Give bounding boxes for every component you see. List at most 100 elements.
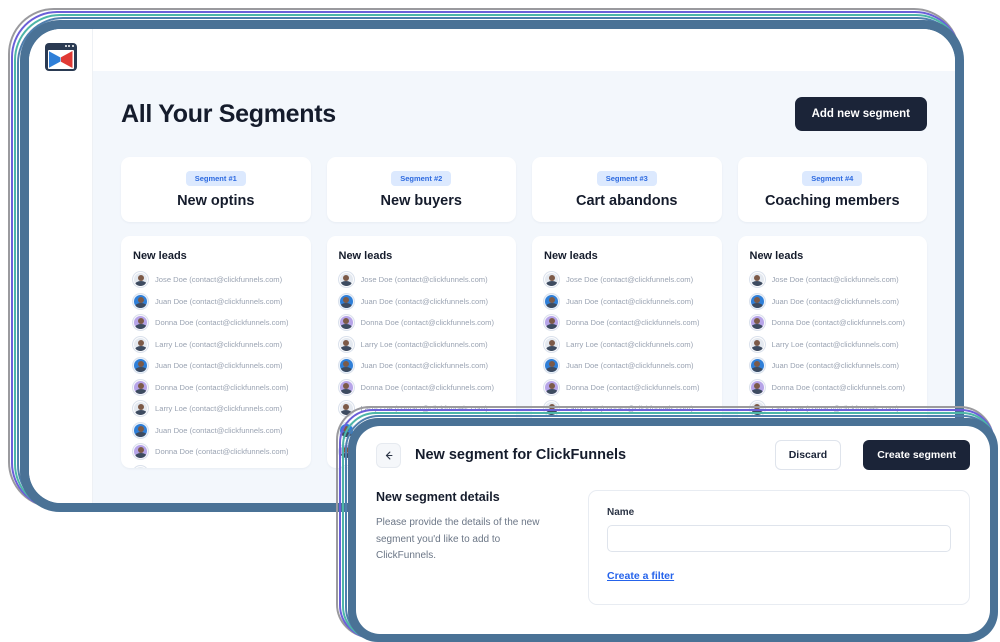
lead-label: Donna Doe (contact@clickfunnels.com) bbox=[566, 382, 700, 392]
avatar bbox=[749, 379, 765, 395]
segment-name: Coaching members bbox=[764, 193, 900, 209]
lead-label: Donna Doe (contact@clickfunnels.com) bbox=[155, 382, 289, 392]
segment-header-card[interactable]: Segment #2 New buyers bbox=[326, 157, 516, 222]
logo-dots bbox=[64, 45, 74, 47]
lead-row[interactable]: Juan Doe (contact@clickfunnels.com) bbox=[338, 293, 505, 309]
segment-header-card[interactable]: Segment #1 New optins bbox=[121, 157, 311, 222]
lead-row[interactable]: Jose Doe (contact@clickfunnels.com) bbox=[544, 272, 710, 287]
avatar bbox=[338, 336, 354, 352]
lead-label: Larry Loe (contact@clickfunnels.com) bbox=[566, 339, 694, 349]
lead-label: Jose Doe (contact@clickfunnels.com) bbox=[771, 275, 899, 284]
lead-row[interactable]: Juan Doe (contact@clickfunnels.com) bbox=[338, 358, 505, 373]
add-new-segment-button[interactable]: Add new segment bbox=[794, 97, 927, 131]
lead-label: Donna Doe (contact@clickfunnels.com) bbox=[566, 318, 700, 327]
lead-label: Jose Doe (contact@clickfunnels.com) bbox=[566, 275, 694, 284]
lead-label: Larry Loe (contact@clickfunnels.com) bbox=[771, 339, 899, 349]
leads-title: New leads bbox=[749, 250, 804, 262]
lead-row[interactable]: Juan Doe (contact@clickfunnels.com) bbox=[133, 293, 299, 309]
avatar bbox=[338, 379, 354, 395]
segment-header-card[interactable]: Segment #3 Cart abandons bbox=[532, 157, 722, 222]
avatar bbox=[133, 358, 148, 373]
lead-label: Larry Loe (contact@clickfunnels.com) bbox=[155, 339, 283, 349]
create-a-filter-link[interactable]: Create a filter bbox=[607, 570, 674, 582]
avatar bbox=[133, 465, 148, 468]
avatar bbox=[749, 272, 765, 287]
segment-badge: Segment #1 bbox=[185, 171, 246, 186]
avatar bbox=[544, 358, 559, 373]
leads-title: New leads bbox=[338, 250, 393, 262]
lead-row[interactable]: Juan Doe (contact@clickfunnels.com) bbox=[749, 293, 916, 309]
avatar bbox=[749, 336, 765, 352]
avatar bbox=[133, 336, 148, 352]
segment-badge: Segment #2 bbox=[391, 171, 452, 186]
avatar bbox=[544, 379, 559, 395]
lead-label: Donna Doe (contact@clickfunnels.com) bbox=[771, 318, 905, 327]
new-segment-modal: New segment for ClickFunnels Discard Cre… bbox=[330, 400, 1000, 642]
lead-row[interactable]: Jose Doe (contact@clickfunnels.com) bbox=[749, 272, 916, 287]
lead-row[interactable]: Larry Loe (contact@clickfunnels.com) bbox=[338, 336, 505, 352]
segment-badge: Segment #4 bbox=[802, 171, 863, 186]
details-description: Please provide the details of the new se… bbox=[376, 517, 540, 561]
lead-label: Jose Doe (contact@clickfunnels.com) bbox=[360, 275, 488, 284]
lead-row[interactable]: Larry Loe (contact@clickfunnels.com) bbox=[133, 401, 299, 416]
avatar bbox=[133, 293, 148, 309]
avatar bbox=[544, 272, 559, 287]
avatar bbox=[338, 358, 354, 373]
name-field-label: Name bbox=[607, 507, 635, 518]
lead-row[interactable]: Jose Doe (contact@clickfunnels.com) bbox=[338, 272, 505, 287]
lead-row[interactable]: Jose Doe (contact@clickfunnels.com) bbox=[133, 272, 299, 287]
segment-name: New buyers bbox=[380, 193, 462, 209]
avatar bbox=[133, 422, 148, 438]
lead-row[interactable]: Donna Doe (contact@clickfunnels.com) bbox=[338, 379, 505, 395]
lead-row[interactable]: Juan Doe (contact@clickfunnels.com) bbox=[544, 293, 710, 309]
lead-label: Donna Doe (contact@clickfunnels.com) bbox=[771, 382, 905, 392]
discard-button[interactable]: Discard bbox=[774, 440, 842, 470]
lead-label: Juan Doe (contact@clickfunnels.com) bbox=[566, 296, 694, 306]
lead-row[interactable]: Larry Loe (contact@clickfunnels.com) bbox=[544, 336, 710, 352]
create-segment-button[interactable]: Create segment bbox=[863, 440, 970, 470]
lead-label: Juan Doe (contact@clickfunnels.com) bbox=[155, 296, 283, 306]
segment-header-card[interactable]: Segment #4 Coaching members bbox=[737, 157, 927, 222]
app-topbar bbox=[93, 29, 955, 71]
lead-row[interactable]: Larry Loe (contact@clickfunnels.com) bbox=[133, 336, 299, 352]
lead-label: Donna Doe (contact@clickfunnels.com) bbox=[155, 318, 289, 327]
back-arrow-icon bbox=[385, 451, 393, 459]
lead-row[interactable]: Donna Doe (contact@clickfunnels.com) bbox=[544, 379, 710, 395]
lead-row[interactable]: Donna Doe (contact@clickfunnels.com) bbox=[133, 315, 299, 330]
lead-label: Juan Doe (contact@clickfunnels.com) bbox=[566, 361, 694, 370]
lead-row[interactable]: Donna Doe (contact@clickfunnels.com) bbox=[544, 315, 710, 330]
lead-row[interactable]: Donna Doe (contact@clickfunnels.com) bbox=[749, 315, 916, 330]
lead-row[interactable]: Larry Loe (contact@clickfunnels.com) bbox=[749, 336, 916, 352]
name-input[interactable] bbox=[607, 525, 951, 552]
lead-row[interactable]: Juan Doe (contact@clickfunnels.com) bbox=[133, 422, 299, 438]
modal-form-panel: Name Create a filter bbox=[588, 490, 970, 605]
clickfunnels-logo-icon[interactable] bbox=[44, 43, 77, 71]
avatar bbox=[338, 293, 354, 309]
segment-leads-card: New leads Jose Doe (contact@clickfunnels.… bbox=[121, 236, 311, 468]
modal-screen: New segment for ClickFunnels Discard Cre… bbox=[356, 426, 990, 634]
lead-label: Juan Doe (contact@clickfunnels.com) bbox=[360, 296, 489, 306]
lead-row[interactable]: Juan Doe (contact@clickfunnels.com) bbox=[544, 358, 710, 373]
app-sidebar bbox=[29, 29, 93, 503]
page-header: All Your Segments Add new segment bbox=[121, 97, 927, 131]
leads-title: New leads bbox=[133, 250, 187, 262]
avatar bbox=[544, 336, 559, 352]
avatar bbox=[133, 401, 148, 416]
segment-badge: Segment #3 bbox=[596, 171, 657, 186]
avatar bbox=[338, 315, 354, 330]
lead-row[interactable]: Donna Doe (contact@clickfunnels.com) bbox=[338, 315, 505, 330]
lead-row[interactable]: Larry Loe (contact@clickfunnels.com) bbox=[133, 465, 299, 468]
lead-row[interactable]: Donna Doe (contact@clickfunnels.com) bbox=[133, 379, 299, 395]
lead-row[interactable]: Juan Doe (contact@clickfunnels.com) bbox=[133, 358, 299, 373]
modal-body: New segment details Please provide the d… bbox=[376, 490, 970, 605]
lead-label: Juan Doe (contact@clickfunnels.com) bbox=[155, 361, 283, 370]
segment-name: New optins bbox=[177, 193, 255, 209]
lead-row[interactable]: Donna Doe (contact@clickfunnels.com) bbox=[133, 444, 299, 459]
logo-funnel-right-icon bbox=[61, 50, 74, 69]
lead-label: Juan Doe (contact@clickfunnels.com) bbox=[155, 425, 283, 435]
avatar bbox=[749, 293, 765, 309]
lead-row[interactable]: Juan Doe (contact@clickfunnels.com) bbox=[749, 358, 916, 373]
lead-row[interactable]: Donna Doe (contact@clickfunnels.com) bbox=[749, 379, 916, 395]
back-button[interactable] bbox=[376, 442, 401, 468]
lead-label: Donna Doe (contact@clickfunnels.com) bbox=[360, 382, 494, 392]
